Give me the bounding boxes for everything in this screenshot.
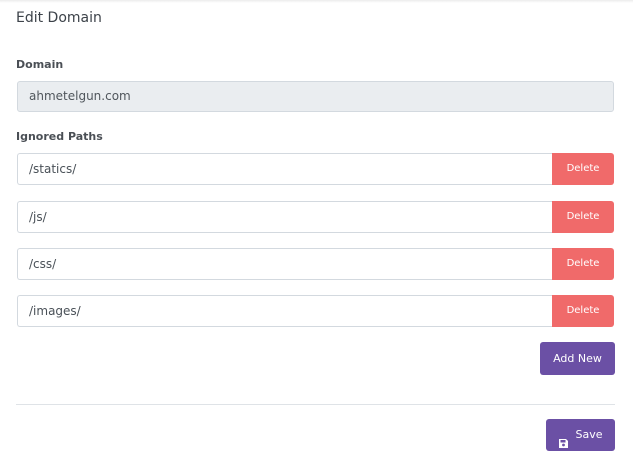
ignored-path-row: /css/ Delete: [17, 248, 614, 280]
save-label: Save: [575, 428, 603, 441]
domain-field[interactable]: ahmetelgun.com: [17, 81, 614, 112]
add-new-button[interactable]: Add New: [540, 342, 615, 375]
ignored-path-input[interactable]: /statics/: [17, 153, 552, 185]
delete-path-button[interactable]: Delete: [552, 295, 614, 327]
ignored-path-input[interactable]: /images/: [17, 295, 552, 327]
floppy-disk-icon: [558, 430, 569, 448]
ignored-path-row: /images/ Delete: [17, 295, 614, 327]
delete-path-button[interactable]: Delete: [552, 153, 614, 185]
ignored-path-row: /js/ Delete: [17, 201, 614, 233]
ignored-path-input[interactable]: /css/: [17, 248, 552, 280]
ignored-path-input[interactable]: /js/: [17, 201, 552, 233]
delete-path-button[interactable]: Delete: [552, 201, 614, 233]
edit-domain-form: Edit Domain Domain ahmetelgun.com Ignore…: [0, 0, 633, 469]
delete-path-button[interactable]: Delete: [552, 248, 614, 280]
ignored-path-row: /statics/ Delete: [17, 153, 614, 185]
domain-label: Domain: [16, 58, 64, 71]
ignored-paths-label: Ignored Paths: [16, 130, 103, 143]
page-title: Edit Domain: [16, 10, 102, 26]
save-button[interactable]: Save: [546, 419, 615, 451]
top-shadow: [0, 0, 633, 3]
divider: [16, 404, 615, 405]
